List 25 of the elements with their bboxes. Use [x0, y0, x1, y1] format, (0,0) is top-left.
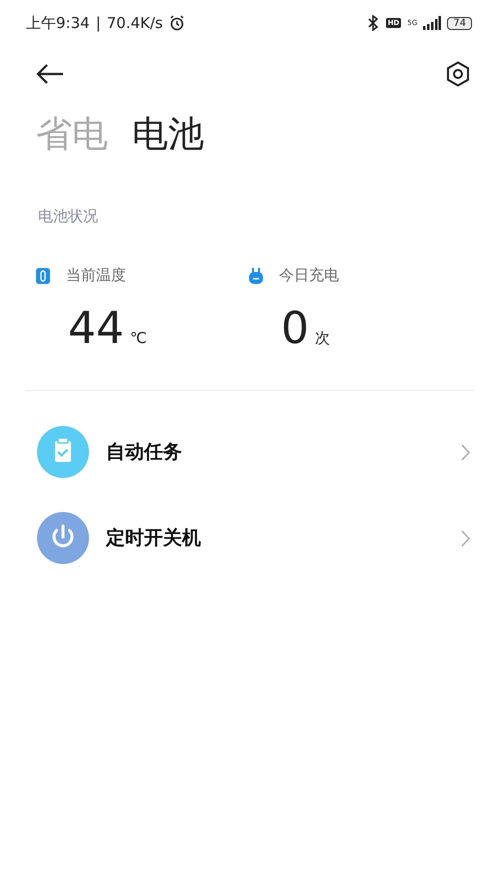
network-speed: 70.4K/s — [106, 14, 163, 32]
menu-item[interactable]: 定时开关机 — [0, 495, 500, 581]
signal-icon — [423, 16, 442, 30]
stat-label: 今日充电 — [279, 266, 339, 285]
battery-level: 74 — [447, 16, 472, 30]
separator: | — [96, 14, 101, 32]
tab[interactable]: 电池 — [132, 110, 204, 159]
stat-unit: 次 — [315, 329, 330, 348]
stat-label: 当前温度 — [66, 266, 126, 285]
status-time: 上午9:34 — [26, 14, 90, 32]
menu-item[interactable]: 自动任务 — [0, 409, 500, 495]
menu-label: 定时开关机 — [106, 526, 202, 551]
menu-label: 自动任务 — [106, 440, 183, 465]
stat-value: 44 — [68, 303, 124, 354]
bluetooth-icon — [366, 15, 380, 31]
stat-unit: ℃ — [130, 329, 147, 347]
chevron-right-icon — [461, 444, 470, 460]
stat-value: 0 — [281, 303, 309, 354]
plug-icon — [249, 268, 263, 284]
alarm-icon — [168, 15, 185, 31]
thermometer-icon — [36, 268, 50, 284]
section-title: 电池状况 — [37, 206, 99, 226]
settings-button[interactable] — [446, 61, 470, 87]
chevron-right-icon — [461, 530, 470, 546]
back-button[interactable] — [36, 64, 64, 84]
